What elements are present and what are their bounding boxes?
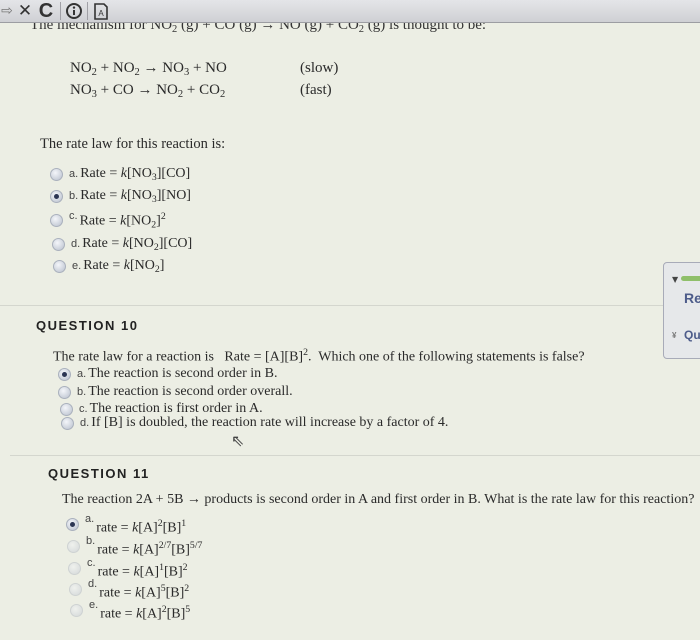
- svg-text:A: A: [98, 9, 104, 18]
- radio-button[interactable]: [70, 603, 83, 617]
- option-text: Rate = k[NO2]2: [79, 211, 166, 231]
- q9-option-d[interactable]: d. Rate = k[NO2][CO]: [52, 236, 192, 253]
- option-text: rate = k[A]2[B]5: [100, 604, 191, 622]
- question-11-heading: QUESTION 11: [48, 466, 150, 481]
- chevron-down-icon[interactable]: ¥: [672, 331, 676, 340]
- collapse-triangle-icon[interactable]: ▼: [672, 275, 678, 284]
- radio-button[interactable]: [61, 416, 74, 430]
- option-text: The reaction is second order in B.: [88, 366, 278, 381]
- radio-button[interactable]: [69, 582, 82, 596]
- radio-button[interactable]: [58, 385, 71, 399]
- option-text: Rate = k[NO3][CO]: [80, 166, 191, 183]
- q11-option-e[interactable]: e. rate = k[A]2[B]5: [70, 598, 190, 622]
- radio-button[interactable]: [50, 167, 63, 181]
- mechanism-step-1-speed: (slow): [300, 60, 339, 76]
- question-10-prompt: The rate law for a reaction is Rate = [A…: [53, 347, 585, 365]
- mouse-cursor-icon: ⇖: [231, 431, 245, 450]
- radio-button[interactable]: [67, 539, 80, 553]
- reload-icon[interactable]: C: [36, 0, 56, 23]
- toolbar-separator: [60, 2, 61, 20]
- radio-button[interactable]: [68, 561, 81, 575]
- reader-icon[interactable]: A: [92, 2, 110, 20]
- forward-icon[interactable]: ⇨: [0, 3, 14, 19]
- q9-option-c[interactable]: c. Rate = k[NO2]2: [50, 210, 166, 231]
- mechanism-step-2-speed: (fast): [300, 82, 332, 98]
- option-text: Rate = k[NO3][NO]: [80, 188, 191, 205]
- radio-button[interactable]: [60, 402, 73, 416]
- q10-option-b[interactable]: b. The reaction is second order overall.: [58, 384, 293, 400]
- radio-button[interactable]: [52, 237, 65, 251]
- option-text: The reaction is second order overall.: [88, 384, 293, 399]
- radio-button-selected[interactable]: [50, 189, 63, 203]
- question-10-heading: QUESTION 10: [36, 318, 139, 333]
- radio-button[interactable]: [53, 259, 66, 273]
- radio-button-selected[interactable]: [66, 517, 79, 531]
- mechanism-step-2: NO3 + CO → NO2 + CO2: [70, 82, 226, 101]
- option-text: Rate = k[NO2]: [83, 258, 165, 275]
- q10-option-a[interactable]: a. The reaction is second order in B.: [58, 366, 278, 382]
- browser-toolbar: ⇨ ✕ C A: [0, 0, 700, 23]
- side-panel-label-bottom[interactable]: Qu: [684, 328, 700, 342]
- radio-button[interactable]: [50, 214, 63, 228]
- side-panel: ▼ Re ¥ Qu: [663, 262, 700, 359]
- close-icon[interactable]: ✕: [14, 1, 36, 21]
- q11-option-a[interactable]: a. rate = k[A]2[B]1: [66, 512, 186, 536]
- radio-button-selected[interactable]: [58, 367, 71, 381]
- q11-option-b[interactable]: b. rate = k[A]2/7[B]5/7: [67, 534, 202, 558]
- option-text: Rate = k[NO2][CO]: [82, 236, 193, 253]
- q9-option-a[interactable]: a. Rate = k[NO3][CO]: [50, 166, 190, 183]
- q9-option-b[interactable]: b. Rate = k[NO3][NO]: [50, 188, 191, 205]
- divider: [10, 455, 700, 456]
- q10-option-d[interactable]: d. If [B] is doubled, the reaction rate …: [61, 415, 448, 431]
- toolbar-separator: [87, 2, 88, 20]
- info-icon[interactable]: [65, 3, 83, 19]
- q9-option-e[interactable]: e. Rate = k[NO2]: [53, 258, 164, 275]
- progress-bar: [681, 276, 700, 281]
- side-panel-label-top[interactable]: Re: [684, 290, 700, 306]
- option-text: If [B] is doubled, the reaction rate wil…: [91, 415, 449, 430]
- divider: [0, 305, 663, 306]
- question-11-prompt: The reaction 2A + 5B → products is secon…: [62, 492, 695, 507]
- mechanism-step-1: NO2 + NO2 → NO3 + NO: [70, 60, 227, 79]
- question-9-prompt: The rate law for this reaction is:: [40, 136, 226, 152]
